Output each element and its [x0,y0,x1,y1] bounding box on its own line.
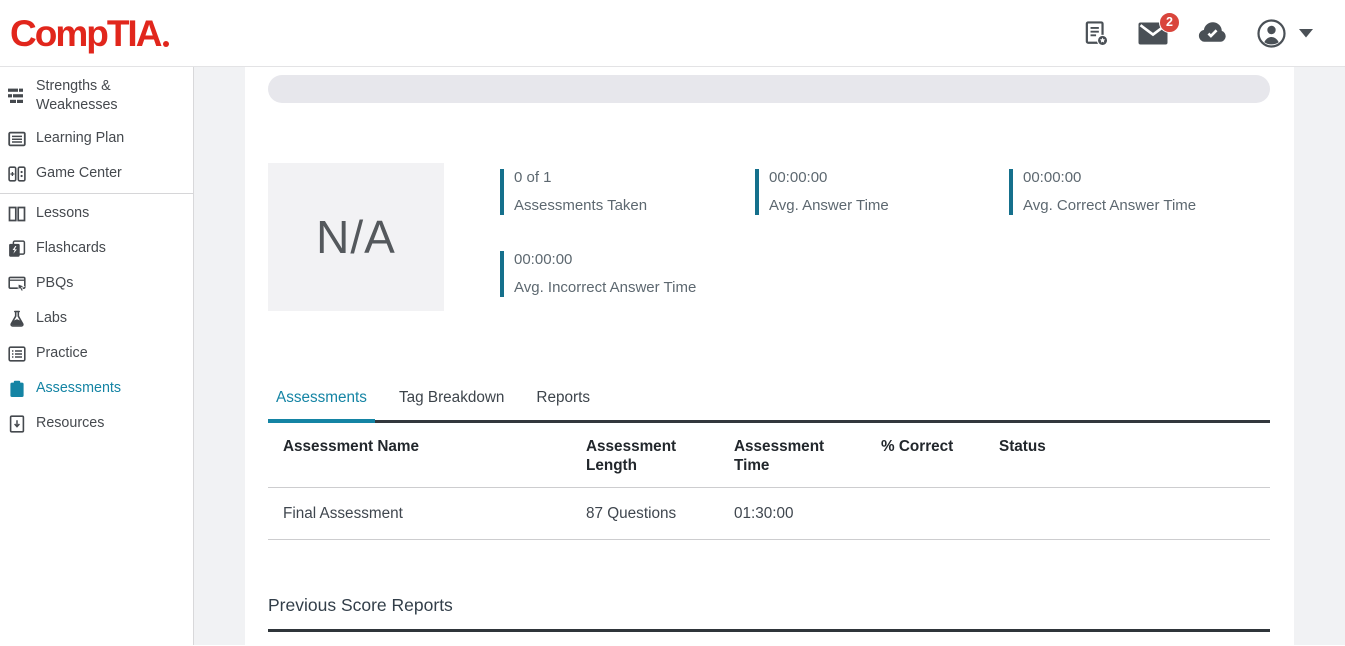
sidebar-item-label: Labs [36,309,67,328]
page-body: Strengths & Weaknesses Learning Plan G [0,67,1345,645]
score-na-box: N/A [268,163,444,311]
previous-score-reports-title: Previous Score Reports [268,595,1270,616]
messages-icon[interactable]: 2 [1138,22,1168,45]
col-assessment-name: Assessment Name [268,423,571,488]
sidebar-item-lessons[interactable]: Lessons [0,196,193,231]
assessments-table: Assessment Name Assessment Length Assess… [268,423,1270,540]
caret-down-icon [1299,29,1313,38]
sidebar-item-label: Practice [36,344,88,363]
stat-label: Avg. Correct Answer Time [1023,197,1263,215]
table-row[interactable]: Final Assessment 87 Questions 01:30:00 [268,488,1270,540]
sidebar-item-game-center[interactable]: Game Center [0,156,193,191]
stats-grid: 0 of 1 Assessments Taken 00:00:00 Avg. A… [500,163,1270,311]
sidebar-item-flashcards[interactable]: Flashcards [0,231,193,266]
sidebar-item-strengths-weaknesses[interactable]: Strengths & Weaknesses [0,71,193,121]
sidebar-item-label: Assessments [36,379,121,398]
col-assessment-length: Assessment Length [571,423,719,488]
mail-badge: 2 [1159,12,1180,33]
stat-label: Assessments Taken [514,197,755,215]
sidebar-item-label: Lessons [36,204,89,223]
cell-status [984,488,1270,540]
col-assessment-time: Assessment Time [719,423,866,488]
learning-plan-icon [8,130,26,148]
stat-assessments-taken: 0 of 1 Assessments Taken [500,169,755,215]
sidebar-item-resources[interactable]: Resources [0,406,193,441]
stat-value: 0 of 1 [514,169,755,187]
top-header: CompTIA 2 [0,0,1345,67]
stat-avg-correct-answer-time: 00:00:00 Avg. Correct Answer Time [1009,169,1263,215]
lessons-icon [8,205,26,223]
labs-icon [8,310,26,328]
cell-assessment-name[interactable]: Final Assessment [268,488,571,540]
sidebar-item-label: Resources [36,414,104,433]
tab-reports[interactable]: Reports [528,389,598,420]
sidebar-item-label: Flashcards [36,239,106,258]
progress-bar [268,75,1270,103]
stat-value: 00:00:00 [514,251,755,269]
assessments-icon [8,380,26,398]
stat-value: 00:00:00 [1023,169,1263,187]
cell-percent-correct [866,488,984,540]
col-percent-correct: % Correct [866,423,984,488]
stat-avg-incorrect-answer-time: 00:00:00 Avg. Incorrect Answer Time [500,251,755,297]
col-status: Status [984,423,1270,488]
sidebar-item-label: Learning Plan [36,129,124,148]
sidebar-item-pbqs[interactable]: PBQs [0,266,193,301]
pbqs-icon [8,275,26,293]
stat-label: Avg. Incorrect Answer Time [514,279,755,297]
tab-assessments[interactable]: Assessments [268,389,375,420]
score-report-icon[interactable] [1085,20,1109,47]
game-center-icon [8,165,26,183]
resources-icon [8,415,26,433]
cell-assessment-length: 87 Questions [571,488,719,540]
table-header-row: Assessment Name Assessment Length Assess… [268,423,1270,488]
logo-trademark-dot [163,41,169,47]
flashcards-icon [8,240,26,258]
sidebar-divider [0,193,193,194]
stat-label: Avg. Answer Time [769,197,1009,215]
sidebar-item-label: Strengths & Weaknesses [36,77,187,115]
logo-text: CompTIA [10,15,160,52]
sidebar-item-assessments[interactable]: Assessments [0,371,193,406]
header-icons: 2 [1085,19,1313,48]
practice-icon [8,345,26,363]
sidebar-item-label: Game Center [36,164,122,183]
account-menu[interactable] [1257,19,1313,48]
strengths-weaknesses-icon [8,87,26,105]
account-icon [1257,19,1286,48]
assessment-summary: N/A 0 of 1 Assessments Taken 00:00:00 Av… [268,163,1270,311]
stat-value: 00:00:00 [769,169,1009,187]
sidebar-item-labs[interactable]: Labs [0,301,193,336]
cell-assessment-time: 01:30:00 [719,488,866,540]
previous-reports-divider [268,629,1270,632]
sidebar-item-learning-plan[interactable]: Learning Plan [0,121,193,156]
main-content: N/A 0 of 1 Assessments Taken 00:00:00 Av… [245,67,1294,645]
left-gutter [194,67,245,645]
sidebar-item-label: PBQs [36,274,73,293]
cloud-sync-icon[interactable] [1197,22,1228,44]
sidebar-item-practice[interactable]: Practice [0,336,193,371]
sidebar: Strengths & Weaknesses Learning Plan G [0,67,194,645]
stat-avg-answer-time: 00:00:00 Avg. Answer Time [755,169,1009,215]
tab-tag-breakdown[interactable]: Tag Breakdown [391,389,512,420]
tab-bar: Assessments Tag Breakdown Reports [268,389,1270,423]
comptia-logo[interactable]: CompTIA [10,15,169,52]
